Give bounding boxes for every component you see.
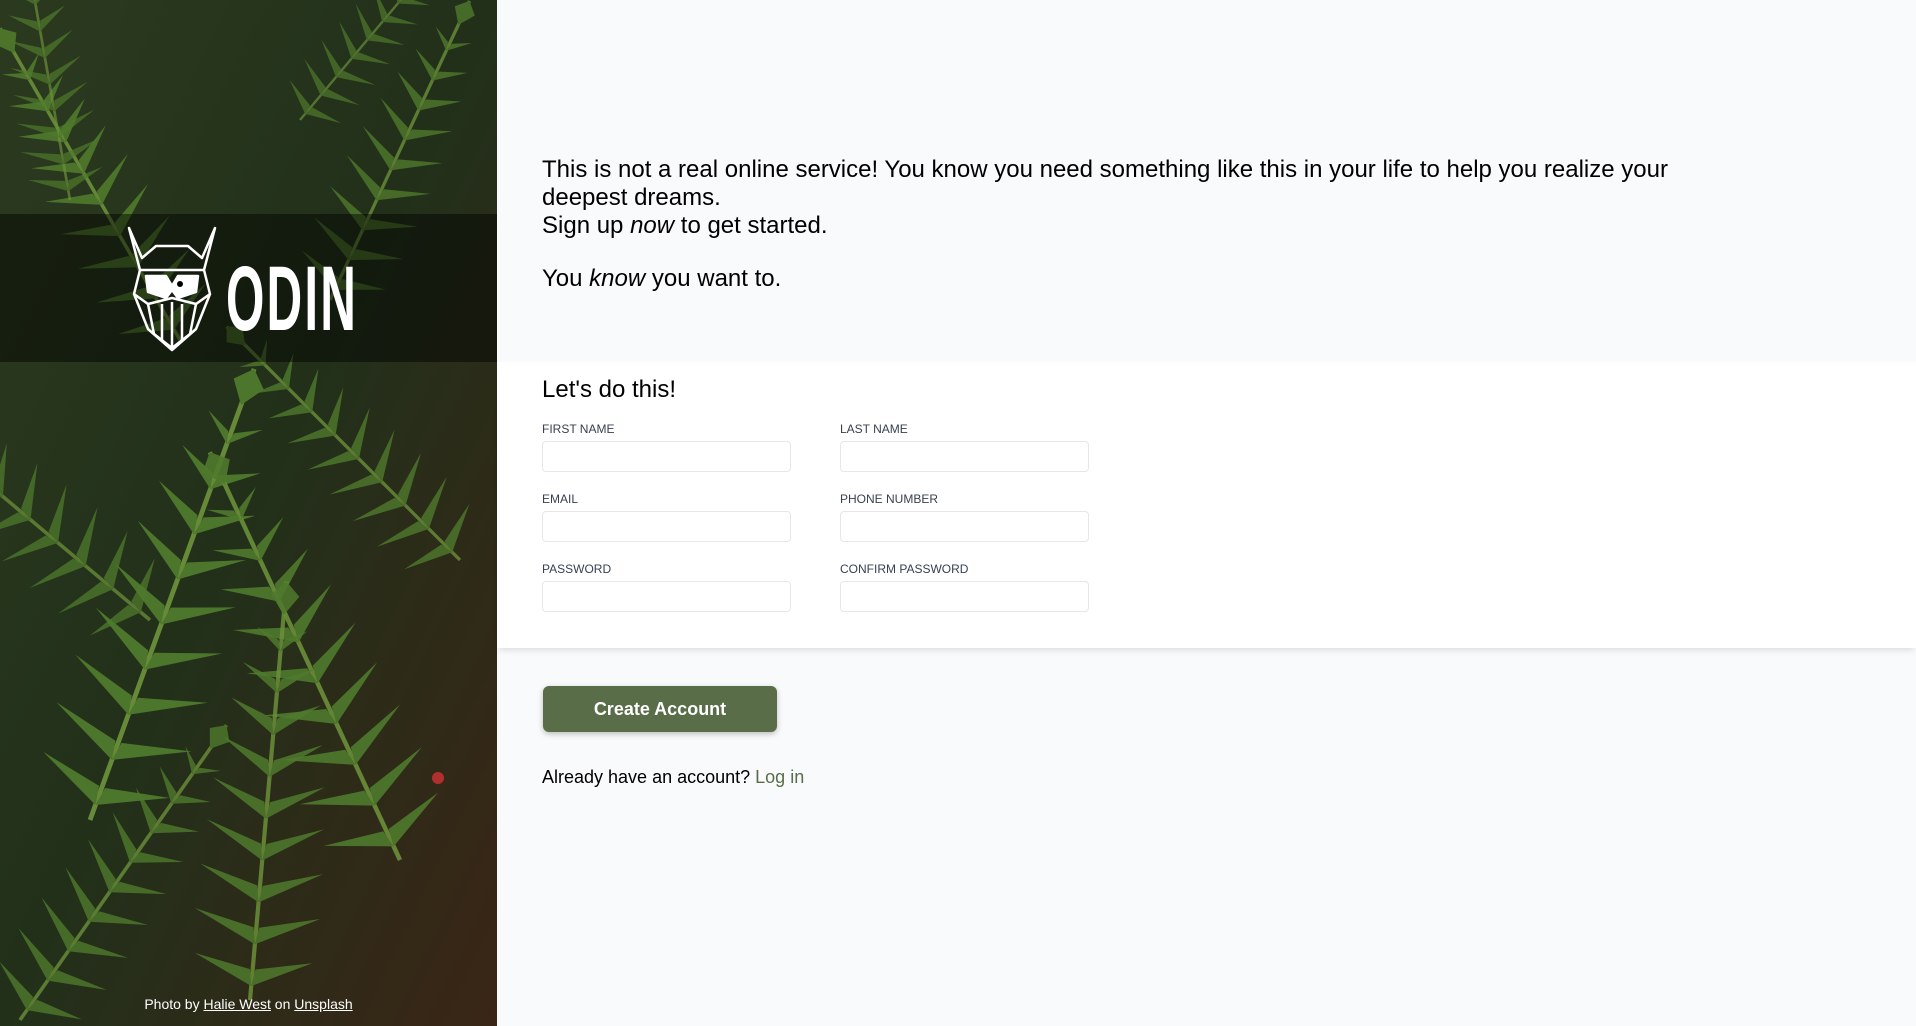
phone-group: PHONE NUMBER: [840, 492, 1089, 542]
form-title: Let's do this!: [542, 376, 676, 403]
credit-middle: on: [270, 996, 295, 1012]
login-link[interactable]: Log in: [755, 767, 804, 787]
phone-label: PHONE NUMBER: [840, 492, 939, 506]
intro-line: This is not a real online service! You k…: [542, 156, 1668, 211]
know-prefix: You: [542, 265, 590, 292]
last-name-label: LAST NAME: [840, 422, 908, 436]
credit-prefix: Photo by: [144, 996, 204, 1012]
signup-emphasis: now: [630, 212, 675, 239]
create-account-button[interactable]: Create Account: [543, 686, 777, 732]
confirm-password-input[interactable]: [840, 581, 1089, 612]
confirm-password-group: CONFIRM PASSWORD: [840, 562, 1089, 612]
know-suffix: you want to.: [645, 265, 782, 292]
last-name-input[interactable]: [840, 441, 1089, 472]
last-name-group: LAST NAME: [840, 422, 1089, 472]
hero-photo-panel: ODIN Photo by Halie West on Unsplash: [0, 0, 497, 1026]
password-group: PASSWORD: [542, 562, 791, 612]
first-name-group: FIRST NAME: [542, 422, 791, 472]
signup-suffix: to get started.: [674, 212, 828, 239]
first-name-input[interactable]: [542, 441, 791, 472]
signup-line: Sign up now to get started.: [542, 212, 1692, 240]
email-label: EMAIL: [542, 492, 579, 506]
viking-head-icon: ODIN: [127, 226, 358, 352]
credit-author-link[interactable]: Halie West: [203, 996, 270, 1012]
signup-form-card: Let's do this! FIRST NAME LAST NAME EMAI…: [497, 362, 1916, 648]
login-prompt: Already have an account? Log in: [542, 767, 804, 788]
credit-source-link[interactable]: Unsplash: [294, 996, 352, 1012]
know-emphasis: know: [589, 265, 646, 292]
email-input[interactable]: [542, 511, 791, 542]
signup-prefix: Sign up: [542, 212, 631, 239]
login-prompt-text: Already have an account?: [542, 767, 756, 787]
password-label: PASSWORD: [542, 562, 612, 576]
intro-section: This is not a real online service! You k…: [542, 156, 1692, 293]
photo-credit: Photo by Halie West on Unsplash: [0, 996, 497, 1012]
fern-photo: [0, 0, 497, 1026]
know-line: You know you want to.: [542, 265, 1692, 293]
logo-wordmark: ODIN: [226, 248, 358, 350]
password-input[interactable]: [542, 581, 791, 612]
first-name-label: FIRST NAME: [542, 422, 615, 436]
confirm-password-label: CONFIRM PASSWORD: [840, 562, 969, 576]
email-group: EMAIL: [542, 492, 791, 542]
phone-input[interactable]: [840, 511, 1089, 542]
